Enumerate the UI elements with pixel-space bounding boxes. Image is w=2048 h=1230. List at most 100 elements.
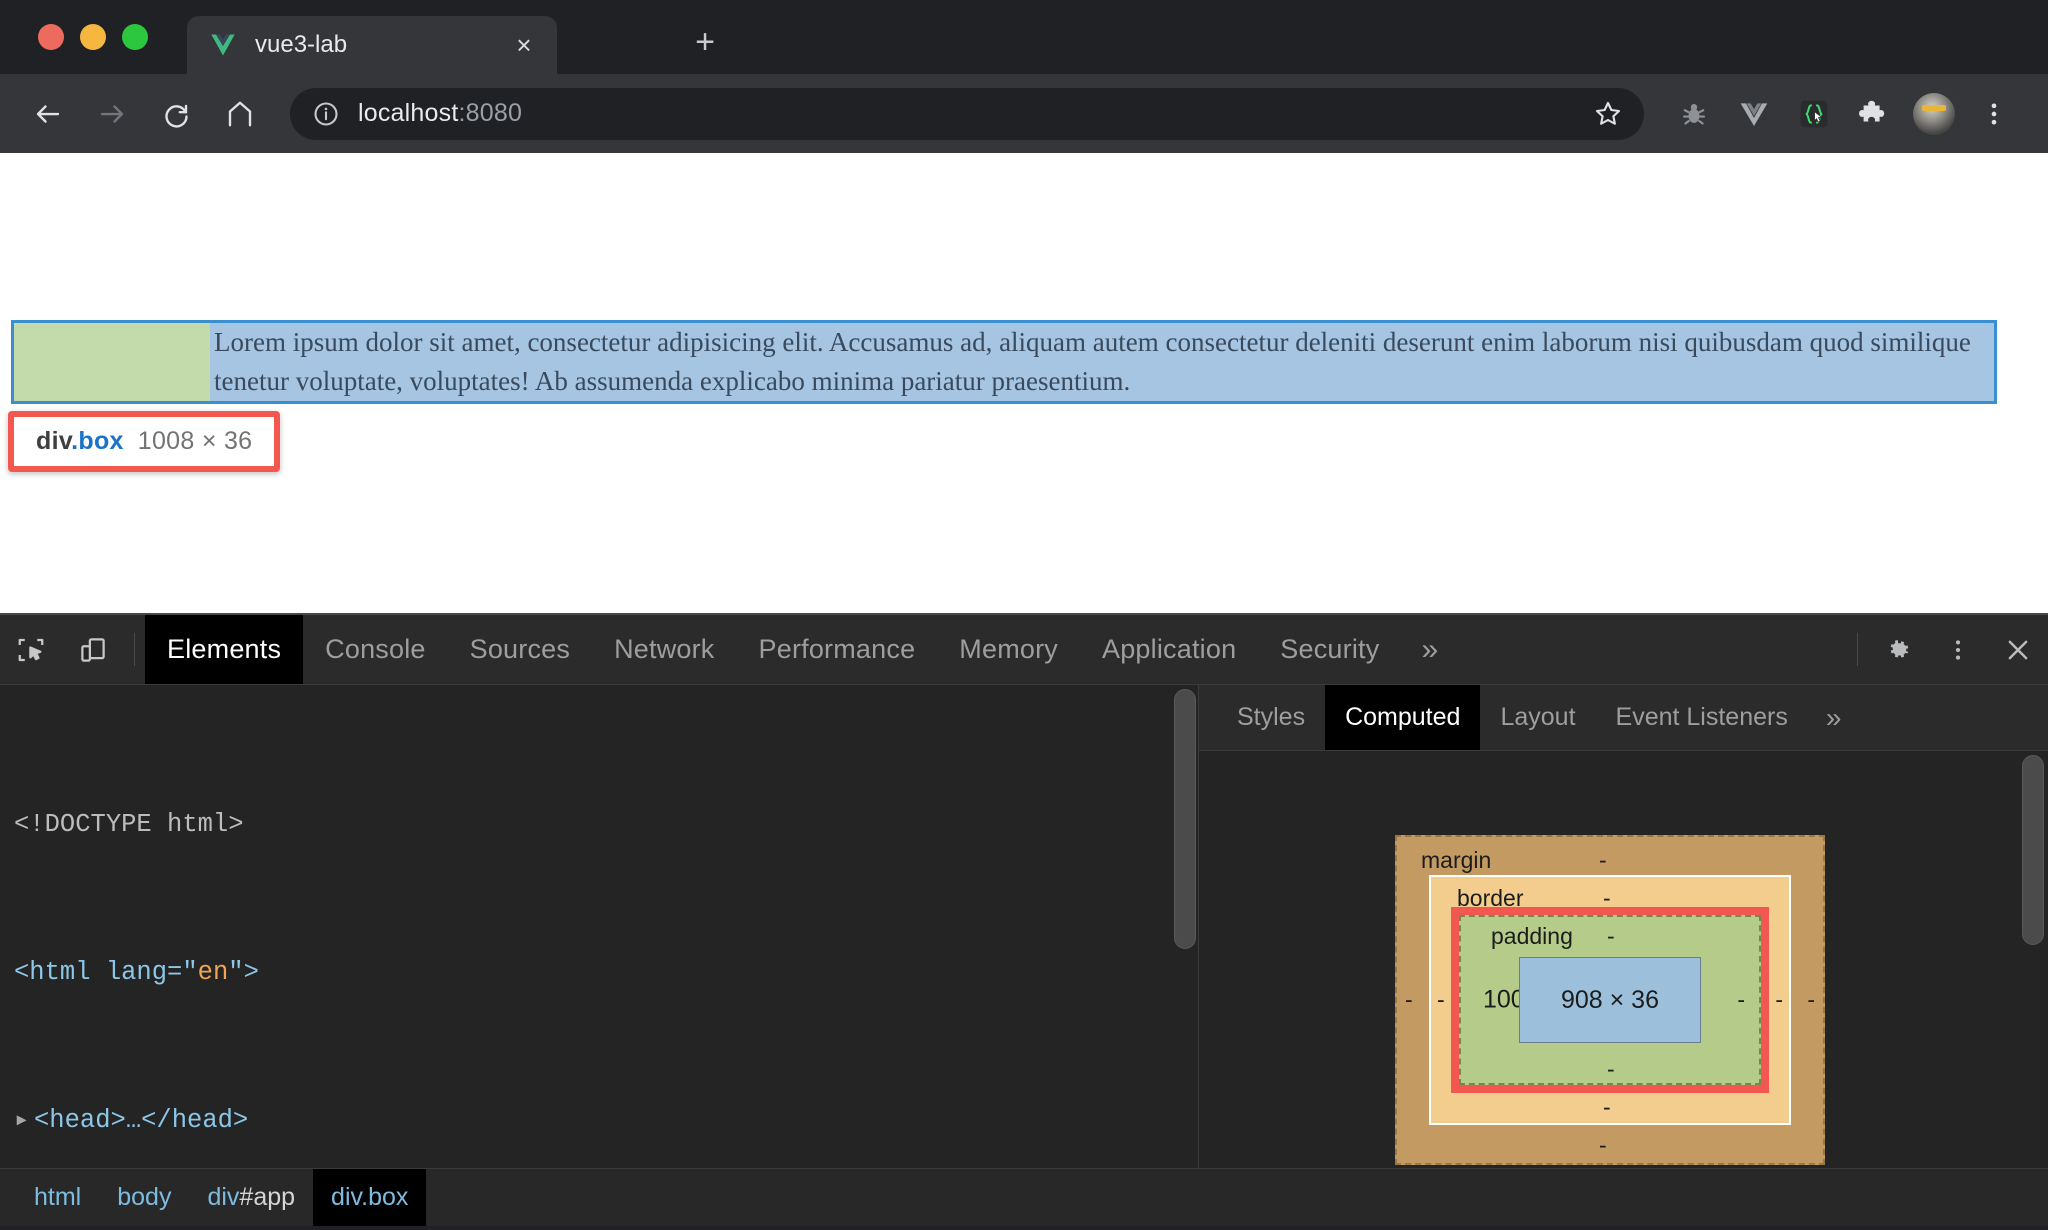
toolbar-divider bbox=[134, 633, 135, 666]
avatar[interactable] bbox=[1906, 86, 1962, 142]
devtools-sidebar: Styles Computed Layout Event Listeners »… bbox=[1199, 685, 2048, 1168]
tabbar-spacer bbox=[1458, 615, 1847, 684]
doctype-text: <!DOCTYPE html> bbox=[14, 810, 244, 839]
chevron-right-icon[interactable]: ▸ bbox=[14, 1102, 34, 1139]
tab-console[interactable]: Console bbox=[303, 615, 447, 684]
settings-gear-icon[interactable] bbox=[1868, 615, 1928, 684]
box-model-border-label: border bbox=[1457, 885, 1523, 912]
border-top-value[interactable]: - bbox=[1603, 885, 1611, 912]
json-viewer-icon[interactable] bbox=[1786, 86, 1842, 142]
forward-arrow-icon[interactable] bbox=[86, 88, 138, 140]
back-arrow-icon[interactable] bbox=[22, 88, 74, 140]
window-maximize-button[interactable] bbox=[122, 24, 148, 50]
devtools-body: <!DOCTYPE html> <html lang="en"> ▸<head>… bbox=[0, 685, 2048, 1168]
badge-tag-name: div bbox=[36, 427, 71, 455]
device-toolbar-icon[interactable] bbox=[62, 615, 124, 684]
computed-panel-scrollbar[interactable] bbox=[2022, 755, 2044, 1164]
devtools-menu-icon[interactable] bbox=[1928, 615, 1988, 684]
home-icon[interactable] bbox=[214, 88, 266, 140]
info-circle-icon[interactable] bbox=[312, 100, 340, 128]
tab-styles[interactable]: Styles bbox=[1217, 685, 1325, 750]
dom-tree-scrollbar[interactable] bbox=[1174, 685, 1196, 1168]
inspect-element-icon[interactable] bbox=[0, 615, 62, 684]
element-info-badge: div.box 1008 × 36 bbox=[8, 411, 280, 472]
address-bar[interactable]: localhost:8080 bbox=[290, 88, 1644, 140]
star-icon[interactable] bbox=[1586, 92, 1630, 136]
devtools-tabbar: Elements Console Sources Network Perform… bbox=[0, 615, 2048, 685]
vue-devtools-icon[interactable] bbox=[1726, 86, 1782, 142]
sidebar-tabbar: Styles Computed Layout Event Listeners » bbox=[1199, 685, 2048, 751]
margin-right-value[interactable]: - bbox=[1807, 987, 1815, 1014]
breadcrumb: html body div#app div.box bbox=[0, 1168, 2048, 1226]
dom-line-html[interactable]: <html lang="en"> bbox=[0, 954, 1198, 991]
computed-panel-content: margin - - - - border - - - - padding - bbox=[1199, 751, 2048, 1168]
url-text: localhost:8080 bbox=[358, 99, 522, 128]
tab-sources[interactable]: Sources bbox=[448, 615, 592, 684]
tab-memory[interactable]: Memory bbox=[937, 615, 1080, 684]
more-tabs-chevron-icon[interactable]: » bbox=[1401, 615, 1458, 684]
breadcrumb-item-body[interactable]: body bbox=[99, 1169, 189, 1226]
breadcrumb-item-div-app[interactable]: div#app bbox=[189, 1169, 313, 1226]
browser-tab-vue3-lab[interactable]: vue3-lab × bbox=[187, 16, 557, 74]
dom-tree-panel[interactable]: <!DOCTYPE html> <html lang="en"> ▸<head>… bbox=[0, 685, 1199, 1168]
url-host: localhost bbox=[358, 99, 458, 127]
box-model-padding-region[interactable]: padding - - 100 - 908 × 36 bbox=[1459, 915, 1761, 1085]
scrollbar-thumb[interactable] bbox=[1174, 689, 1196, 949]
window-close-button[interactable] bbox=[38, 24, 64, 50]
url-port: :8080 bbox=[458, 99, 522, 127]
badge-dimensions: 1008 × 36 bbox=[138, 427, 253, 455]
padding-right-value[interactable]: - bbox=[1737, 987, 1745, 1014]
box-model-margin-label: margin bbox=[1421, 847, 1491, 874]
devtools-panel: Elements Console Sources Network Perform… bbox=[0, 613, 2048, 1226]
margin-top-value[interactable]: - bbox=[1599, 847, 1607, 874]
page-viewport[interactable]: Lorem ipsum dolor sit amet, consectetur … bbox=[0, 153, 2048, 613]
window-minimize-button[interactable] bbox=[80, 24, 106, 50]
window-controls bbox=[38, 24, 148, 50]
profile-avatar bbox=[1913, 93, 1955, 135]
close-devtools-icon[interactable] bbox=[1988, 615, 2048, 684]
dom-line-doctype[interactable]: <!DOCTYPE html> bbox=[0, 806, 1198, 843]
breadcrumb-tag: div bbox=[207, 1183, 239, 1212]
browser-toolbar: localhost:8080 bbox=[0, 74, 2048, 153]
tab-performance[interactable]: Performance bbox=[737, 615, 938, 684]
border-right-value[interactable]: - bbox=[1775, 987, 1783, 1014]
lorem-paragraph-text: Lorem ipsum dolor sit amet, consectetur … bbox=[214, 323, 1988, 400]
close-icon[interactable]: × bbox=[507, 28, 541, 62]
highlighted-element-overlay: Lorem ipsum dolor sit amet, consectetur … bbox=[14, 323, 1994, 401]
tab-strip: vue3-lab × + bbox=[0, 0, 2048, 74]
extensions-puzzle-icon[interactable] bbox=[1846, 86, 1902, 142]
breadcrumb-item-html[interactable]: html bbox=[16, 1169, 99, 1226]
tab-layout[interactable]: Layout bbox=[1480, 685, 1595, 750]
margin-bottom-value[interactable]: - bbox=[1599, 1132, 1607, 1159]
padding-top-value[interactable]: - bbox=[1607, 923, 1615, 950]
scrollbar-thumb[interactable] bbox=[2022, 755, 2044, 945]
vue-logo-icon bbox=[209, 31, 237, 59]
tab-elements[interactable]: Elements bbox=[145, 615, 303, 684]
dom-tree: <!DOCTYPE html> <html lang="en"> ▸<head>… bbox=[0, 685, 1198, 1168]
box-model-diagram[interactable]: margin - - - - border - - - - padding - bbox=[1395, 835, 1825, 1165]
tab-event-listeners[interactable]: Event Listeners bbox=[1596, 685, 1808, 750]
browser-chrome: vue3-lab × + bbox=[0, 0, 2048, 153]
dom-line-head[interactable]: ▸<head>…</head> bbox=[0, 1102, 1198, 1139]
tab-title: vue3-lab bbox=[255, 31, 507, 59]
badge-class-name: .box bbox=[71, 427, 124, 455]
chrome-menu-icon[interactable] bbox=[1966, 86, 2022, 142]
tab-computed[interactable]: Computed bbox=[1325, 685, 1480, 750]
border-bottom-value[interactable]: - bbox=[1603, 1094, 1611, 1121]
margin-left-value[interactable]: - bbox=[1405, 987, 1413, 1014]
tab-network[interactable]: Network bbox=[592, 615, 736, 684]
box-model-border-region[interactable]: border - - - - padding - - 100 - 908 × 3… bbox=[1429, 875, 1791, 1125]
tab-security[interactable]: Security bbox=[1258, 615, 1401, 684]
reload-icon[interactable] bbox=[150, 88, 202, 140]
border-left-value[interactable]: - bbox=[1437, 987, 1445, 1014]
new-tab-button[interactable]: + bbox=[685, 22, 725, 62]
sidebar-more-tabs-chevron-icon[interactable]: » bbox=[1808, 685, 1860, 750]
highlight-content-region: Lorem ipsum dolor sit amet, consectetur … bbox=[210, 323, 1994, 401]
tab-application[interactable]: Application bbox=[1080, 615, 1258, 684]
breadcrumb-item-div-box[interactable]: div.box bbox=[313, 1169, 426, 1226]
box-model-content-region[interactable]: 908 × 36 bbox=[1519, 957, 1701, 1043]
padding-bottom-value[interactable]: - bbox=[1607, 1056, 1615, 1083]
bug-icon[interactable] bbox=[1666, 86, 1722, 142]
html-lang-value: en bbox=[198, 958, 229, 987]
highlight-padding-region bbox=[14, 323, 210, 401]
